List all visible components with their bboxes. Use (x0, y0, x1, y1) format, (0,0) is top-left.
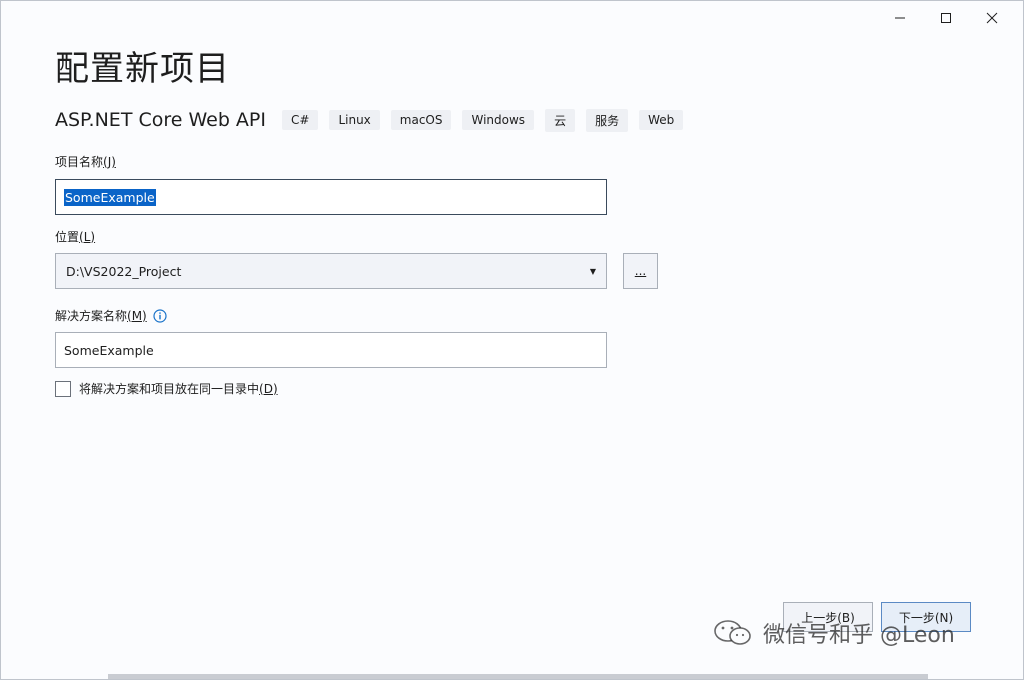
solution-name-label: 解决方案名称 (M) (55, 307, 167, 324)
location-combobox[interactable]: D:\VS2022_Project ▼ (55, 253, 607, 289)
template-name: ASP.NET Core Web API (55, 109, 266, 131)
browse-label: ... (634, 264, 647, 278)
tag-service: 服务 (586, 108, 629, 132)
close-icon (986, 12, 998, 24)
solution-name-value: SomeExample (64, 342, 154, 358)
location-value: D:\VS2022_Project (66, 263, 182, 279)
same-directory-checkbox[interactable] (55, 380, 71, 397)
tag-cloud: 云 (545, 108, 576, 132)
page-title: 配置新项目 (55, 49, 230, 89)
solution-name-accel: (M) (127, 308, 147, 323)
close-button[interactable] (969, 1, 1015, 35)
tag-windows: Windows (462, 110, 535, 130)
project-name-label: 项目名称 (J) (55, 153, 116, 170)
tag-csharp: C# (282, 110, 319, 130)
minimize-icon (895, 17, 905, 19)
project-name-accel: (J) (103, 154, 116, 169)
project-name-label-text: 项目名称 (55, 155, 104, 169)
solution-name-input[interactable]: SomeExample (55, 332, 607, 368)
dropdown-arrow-icon[interactable]: ▼ (590, 267, 596, 276)
project-name-value: SomeExample (64, 188, 156, 206)
tag-linux: Linux (329, 110, 380, 130)
configure-project-dialog: 配置新项目 ASP.NET Core Web API C# Linux macO… (0, 0, 1024, 680)
info-icon[interactable] (153, 308, 167, 323)
browse-location-button[interactable]: ... (623, 253, 658, 289)
location-label-text: 位置 (55, 230, 80, 244)
minimize-button[interactable] (877, 1, 923, 35)
maximize-icon (941, 13, 951, 23)
same-directory-accel: (D) (259, 381, 278, 396)
bottom-edge (108, 674, 928, 679)
watermark: 微信号和乎 @Leon (713, 617, 955, 649)
tag-web: Web (639, 110, 684, 130)
wechat-icon (713, 619, 753, 647)
watermark-text: 微信号和乎 @Leon (763, 623, 955, 648)
project-name-input[interactable]: SomeExample (55, 179, 607, 215)
same-directory-option[interactable]: 将解决方案和项目放在同一目录中 (D) (55, 380, 278, 397)
window-controls (877, 1, 1015, 35)
tag-macos: macOS (390, 110, 452, 130)
solution-name-label-text: 解决方案名称 (55, 309, 128, 323)
template-info: ASP.NET Core Web API C# Linux macOS Wind… (55, 107, 694, 133)
location-label: 位置 (L) (55, 228, 95, 245)
same-directory-label: 将解决方案和项目放在同一目录中 (79, 382, 260, 396)
location-accel: (L) (79, 229, 96, 244)
maximize-button[interactable] (923, 1, 969, 35)
